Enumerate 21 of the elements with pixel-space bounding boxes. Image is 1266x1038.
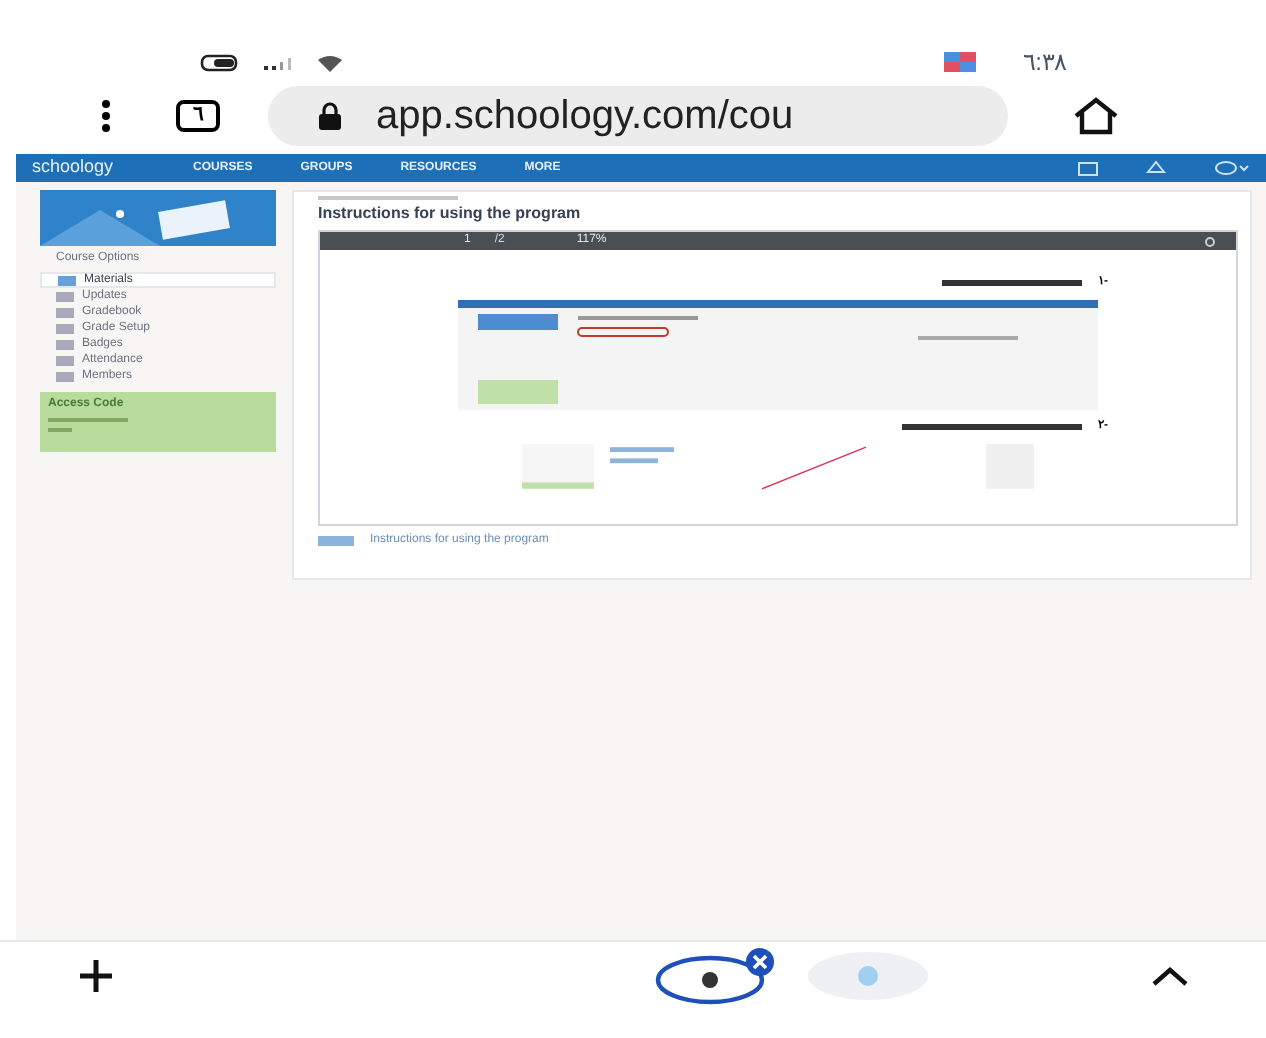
signal-icon [264, 53, 292, 71]
chevron-up-icon[interactable] [1150, 964, 1190, 988]
page-title: Instructions for using the program [318, 202, 583, 226]
wifi-icon [316, 53, 344, 71]
arabic-text-drawing [942, 279, 1082, 287]
menu-icon[interactable] [100, 100, 112, 132]
clock: ٦:٣٨ [1023, 46, 1066, 80]
tab-switcher-button[interactable]: ٦ [176, 100, 220, 132]
home-icon[interactable] [1072, 96, 1120, 136]
address-bar[interactable]: app.schoology.com/cou [268, 86, 1008, 146]
document-icon [318, 536, 354, 546]
access-code-drawing [48, 418, 128, 434]
site-logo[interactable]: schoology [32, 154, 114, 182]
battery-icon [200, 53, 240, 71]
flag-icon [943, 52, 976, 72]
add-icon[interactable] [76, 956, 116, 996]
search-icon[interactable] [1204, 235, 1220, 247]
mail-icon[interactable] [1078, 161, 1098, 175]
lock-icon [316, 102, 344, 130]
breadcrumb-drawing [318, 196, 458, 202]
url-text: app.schoology.com/cou [376, 92, 794, 142]
